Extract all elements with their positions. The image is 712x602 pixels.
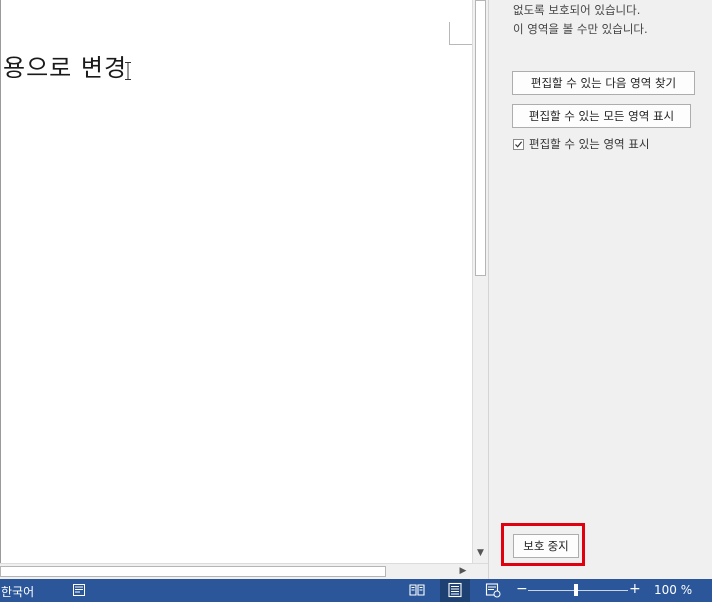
horizontal-scroll-thumb[interactable] bbox=[0, 566, 386, 577]
panel-info-line-2: 이 영역을 볼 수만 있습니다. bbox=[513, 22, 648, 36]
stop-protection-button[interactable]: 보호 중지 bbox=[513, 534, 579, 558]
restrict-editing-panel: 없도록 보호되어 있습니다. 이 영역을 볼 수만 있습니다. 편집할 수 있는… bbox=[488, 0, 712, 579]
zoom-slider-track[interactable] bbox=[528, 590, 628, 591]
zoom-out-button[interactable]: − bbox=[516, 581, 528, 597]
print-layout-icon[interactable] bbox=[447, 582, 463, 598]
checkmark-icon bbox=[515, 140, 523, 148]
highlight-regions-checkbox[interactable] bbox=[513, 138, 524, 150]
show-all-regions-button[interactable]: 편집할 수 있는 모든 영역 표시 bbox=[512, 104, 691, 128]
status-bar: 한국어 − + 100 % bbox=[0, 579, 712, 602]
panel-info-line-1: 없도록 보호되어 있습니다. bbox=[513, 3, 641, 17]
read-mode-icon[interactable] bbox=[409, 582, 425, 598]
scroll-down-arrow-icon[interactable]: ▼ bbox=[473, 545, 488, 561]
zoom-in-button[interactable]: + bbox=[629, 581, 641, 597]
vertical-scrollbar[interactable]: ▼ bbox=[472, 0, 488, 563]
vertical-scroll-thumb[interactable] bbox=[475, 0, 486, 276]
find-next-region-button[interactable]: 편집할 수 있는 다음 영역 찾기 bbox=[512, 71, 695, 95]
horizontal-scrollbar[interactable]: ▶ bbox=[0, 563, 488, 579]
document-area[interactable]: 용으로 변경 bbox=[0, 0, 472, 563]
language-indicator[interactable]: 한국어 bbox=[1, 583, 34, 600]
text-cursor-icon bbox=[125, 62, 131, 80]
web-layout-icon[interactable] bbox=[485, 582, 501, 598]
highlight-regions-label: 편집할 수 있는 영역 표시 bbox=[529, 137, 650, 151]
zoom-level[interactable]: 100 % bbox=[654, 583, 692, 597]
document-text[interactable]: 용으로 변경 bbox=[3, 48, 127, 83]
zoom-slider-thumb[interactable] bbox=[574, 584, 578, 596]
highlight-regions-checkbox-row[interactable]: 편집할 수 있는 영역 표시 bbox=[513, 136, 649, 152]
page-corner-mark bbox=[449, 22, 472, 45]
scroll-right-arrow-icon[interactable]: ▶ bbox=[455, 564, 471, 579]
accessibility-check-icon[interactable] bbox=[72, 583, 86, 597]
